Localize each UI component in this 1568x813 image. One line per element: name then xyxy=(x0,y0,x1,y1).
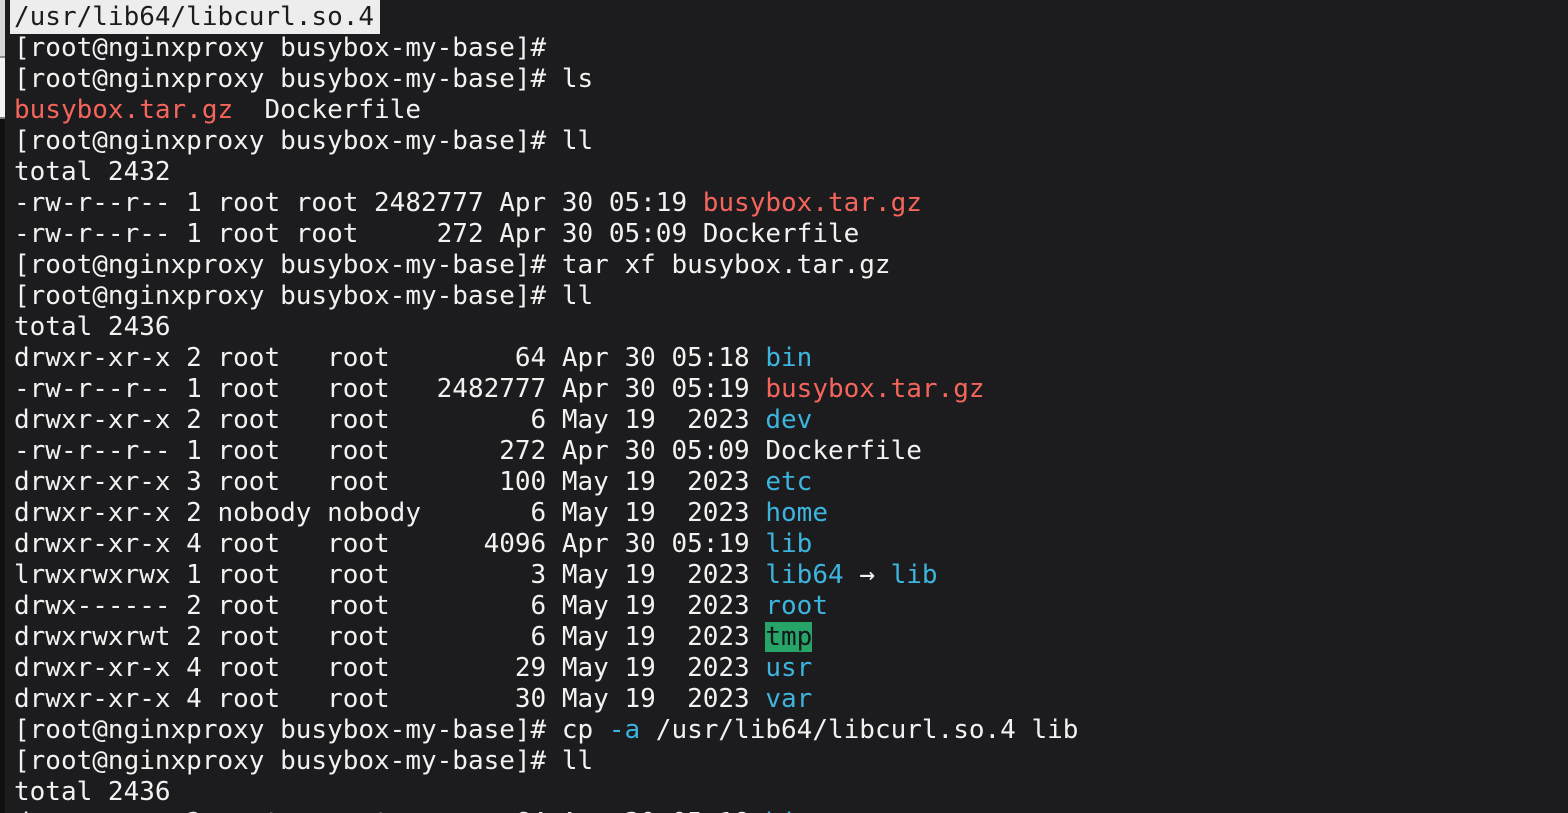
terminal-text: Dockerfile xyxy=(233,95,421,125)
terminal-line: [root@nginxproxy busybox-my-base]# ll xyxy=(14,746,1568,777)
terminal-text: drwxr-xr-x 4 root root 4096 Apr 30 05:19 xyxy=(14,529,765,559)
terminal-line: -rw-r--r-- 1 root root 272 Apr 30 05:09 … xyxy=(14,219,1568,250)
directory-name: lib xyxy=(765,529,812,559)
terminal-text: [root@nginxproxy busybox-my-base]# cp xyxy=(14,715,609,745)
directory-name: lib64 xyxy=(765,560,843,590)
terminal-text: drwxr-xr-x 2 root root 6 May 19 2023 xyxy=(14,405,765,435)
terminal-line: drwxr-xr-x 2 root root 64 Apr 30 05:18 b… xyxy=(14,343,1568,374)
terminal-line: -rw-r--r-- 1 root root 272 Apr 30 05:09 … xyxy=(14,436,1568,467)
terminal-line: [root@nginxproxy busybox-my-base]# ls xyxy=(14,64,1568,95)
directory-name: etc xyxy=(765,467,812,497)
terminal-line: drwxr-xr-x 2 root root 6 May 19 2023 dev xyxy=(14,405,1568,436)
terminal-window: /usr/lib64/libcurl.so.4[root@nginxproxy … xyxy=(0,0,1568,813)
sliver-segment-bottom xyxy=(0,119,5,813)
terminal-line: [root@nginxproxy busybox-my-base]# xyxy=(14,33,1568,64)
directory-name: var xyxy=(765,684,812,714)
terminal-line: drwxr-xr-x 4 root root 29 May 19 2023 us… xyxy=(14,653,1568,684)
terminal-line: [root@nginxproxy busybox-my-base]# tar x… xyxy=(14,250,1568,281)
archive-filename: busybox.tar.gz xyxy=(14,95,233,125)
terminal-output[interactable]: /usr/lib64/libcurl.so.4[root@nginxproxy … xyxy=(5,0,1568,813)
sliver-segment-top xyxy=(0,0,5,56)
terminal-text: [root@nginxproxy busybox-my-base]# xyxy=(14,33,562,63)
terminal-line: drwxr-xr-x 2 nobody nobody 6 May 19 2023… xyxy=(14,498,1568,529)
terminal-line: drwxr-xr-x 2 root root 64 Apr 30 05:18 b… xyxy=(14,808,1568,813)
terminal-text: drwxr-xr-x 3 root root 100 May 19 2023 xyxy=(14,467,765,497)
terminal-line: total 2432 xyxy=(14,157,1568,188)
terminal-line: lrwxrwxrwx 1 root root 3 May 19 2023 lib… xyxy=(14,560,1568,591)
terminal-line: drwxr-xr-x 3 root root 100 May 19 2023 e… xyxy=(14,467,1568,498)
archive-filename: busybox.tar.gz xyxy=(765,374,984,404)
terminal-line: /usr/lib64/libcurl.so.4 xyxy=(14,2,1568,33)
directory-name: bin xyxy=(765,808,812,813)
terminal-text: drwxr-xr-x 4 root root 29 May 19 2023 xyxy=(14,653,765,683)
terminal-text: [root@nginxproxy busybox-my-base]# ll xyxy=(14,281,593,311)
terminal-text: drwxr-xr-x 2 nobody nobody 6 May 19 2023 xyxy=(14,498,765,528)
terminal-text: drwxr-xr-x 2 root root 64 Apr 30 05:18 xyxy=(14,808,765,813)
terminal-text: total 2436 xyxy=(14,777,171,807)
terminal-text: lrwxrwxrwx 1 root root 3 May 19 2023 xyxy=(14,560,765,590)
terminal-line: [root@nginxproxy busybox-my-base]# cp -a… xyxy=(14,715,1568,746)
terminal-text: [root@nginxproxy busybox-my-base]# ll xyxy=(14,746,593,776)
terminal-line: total 2436 xyxy=(14,777,1568,808)
terminal-text: -rw-r--r-- 1 root root 2482777 Apr 30 05… xyxy=(14,374,765,404)
terminal-line: [root@nginxproxy busybox-my-base]# ll xyxy=(14,126,1568,157)
terminal-line: drwxr-xr-x 4 root root 30 May 19 2023 va… xyxy=(14,684,1568,715)
terminal-text: total 2436 xyxy=(14,312,171,342)
terminal-line: [root@nginxproxy busybox-my-base]# ll xyxy=(14,281,1568,312)
terminal-text: [root@nginxproxy busybox-my-base]# ls xyxy=(14,64,593,94)
selected-text: /usr/lib64/libcurl.so.4 xyxy=(10,0,380,34)
terminal-line: drwxrwxrwt 2 root root 6 May 19 2023 tmp xyxy=(14,622,1568,653)
background-window-sliver xyxy=(0,0,5,813)
terminal-line: -rw-r--r-- 1 root root 2482777 Apr 30 05… xyxy=(14,374,1568,405)
terminal-text: /usr/lib64/libcurl.so.4 lib xyxy=(640,715,1078,745)
directory-name: root xyxy=(765,591,828,621)
directory-name: lib xyxy=(891,560,938,590)
terminal-text: [root@nginxproxy busybox-my-base]# ll xyxy=(14,126,593,156)
terminal-text: → xyxy=(844,560,891,590)
terminal-line: -rw-r--r-- 1 root root 2482777 Apr 30 05… xyxy=(14,188,1568,219)
terminal-text: drwx------ 2 root root 6 May 19 2023 xyxy=(14,591,765,621)
directory-name: bin xyxy=(765,343,812,373)
archive-filename: busybox.tar.gz xyxy=(703,188,922,218)
terminal-line: total 2436 xyxy=(14,312,1568,343)
terminal-line: drwxr-xr-x 4 root root 4096 Apr 30 05:19… xyxy=(14,529,1568,560)
directory-name: home xyxy=(765,498,828,528)
terminal-line: drwx------ 2 root root 6 May 19 2023 roo… xyxy=(14,591,1568,622)
tmp-directory-name: tmp xyxy=(765,622,812,652)
terminal-text: [root@nginxproxy busybox-my-base]# tar x… xyxy=(14,250,891,280)
terminal-text: -rw-r--r-- 1 root root 2482777 Apr 30 05… xyxy=(14,188,703,218)
directory-name: -a xyxy=(609,715,640,745)
terminal-text: drwxr-xr-x 2 root root 64 Apr 30 05:18 xyxy=(14,343,765,373)
directory-name: usr xyxy=(765,653,812,683)
terminal-text: total 2432 xyxy=(14,157,171,187)
directory-name: dev xyxy=(765,405,812,435)
terminal-text: drwxrwxrwt 2 root root 6 May 19 2023 xyxy=(14,622,765,652)
terminal-line: busybox.tar.gz Dockerfile xyxy=(14,95,1568,126)
sliver-segment-mid xyxy=(0,58,5,117)
terminal-text: drwxr-xr-x 4 root root 30 May 19 2023 xyxy=(14,684,765,714)
terminal-text: -rw-r--r-- 1 root root 272 Apr 30 05:09 … xyxy=(14,219,859,249)
terminal-text: -rw-r--r-- 1 root root 272 Apr 30 05:09 … xyxy=(14,436,922,466)
